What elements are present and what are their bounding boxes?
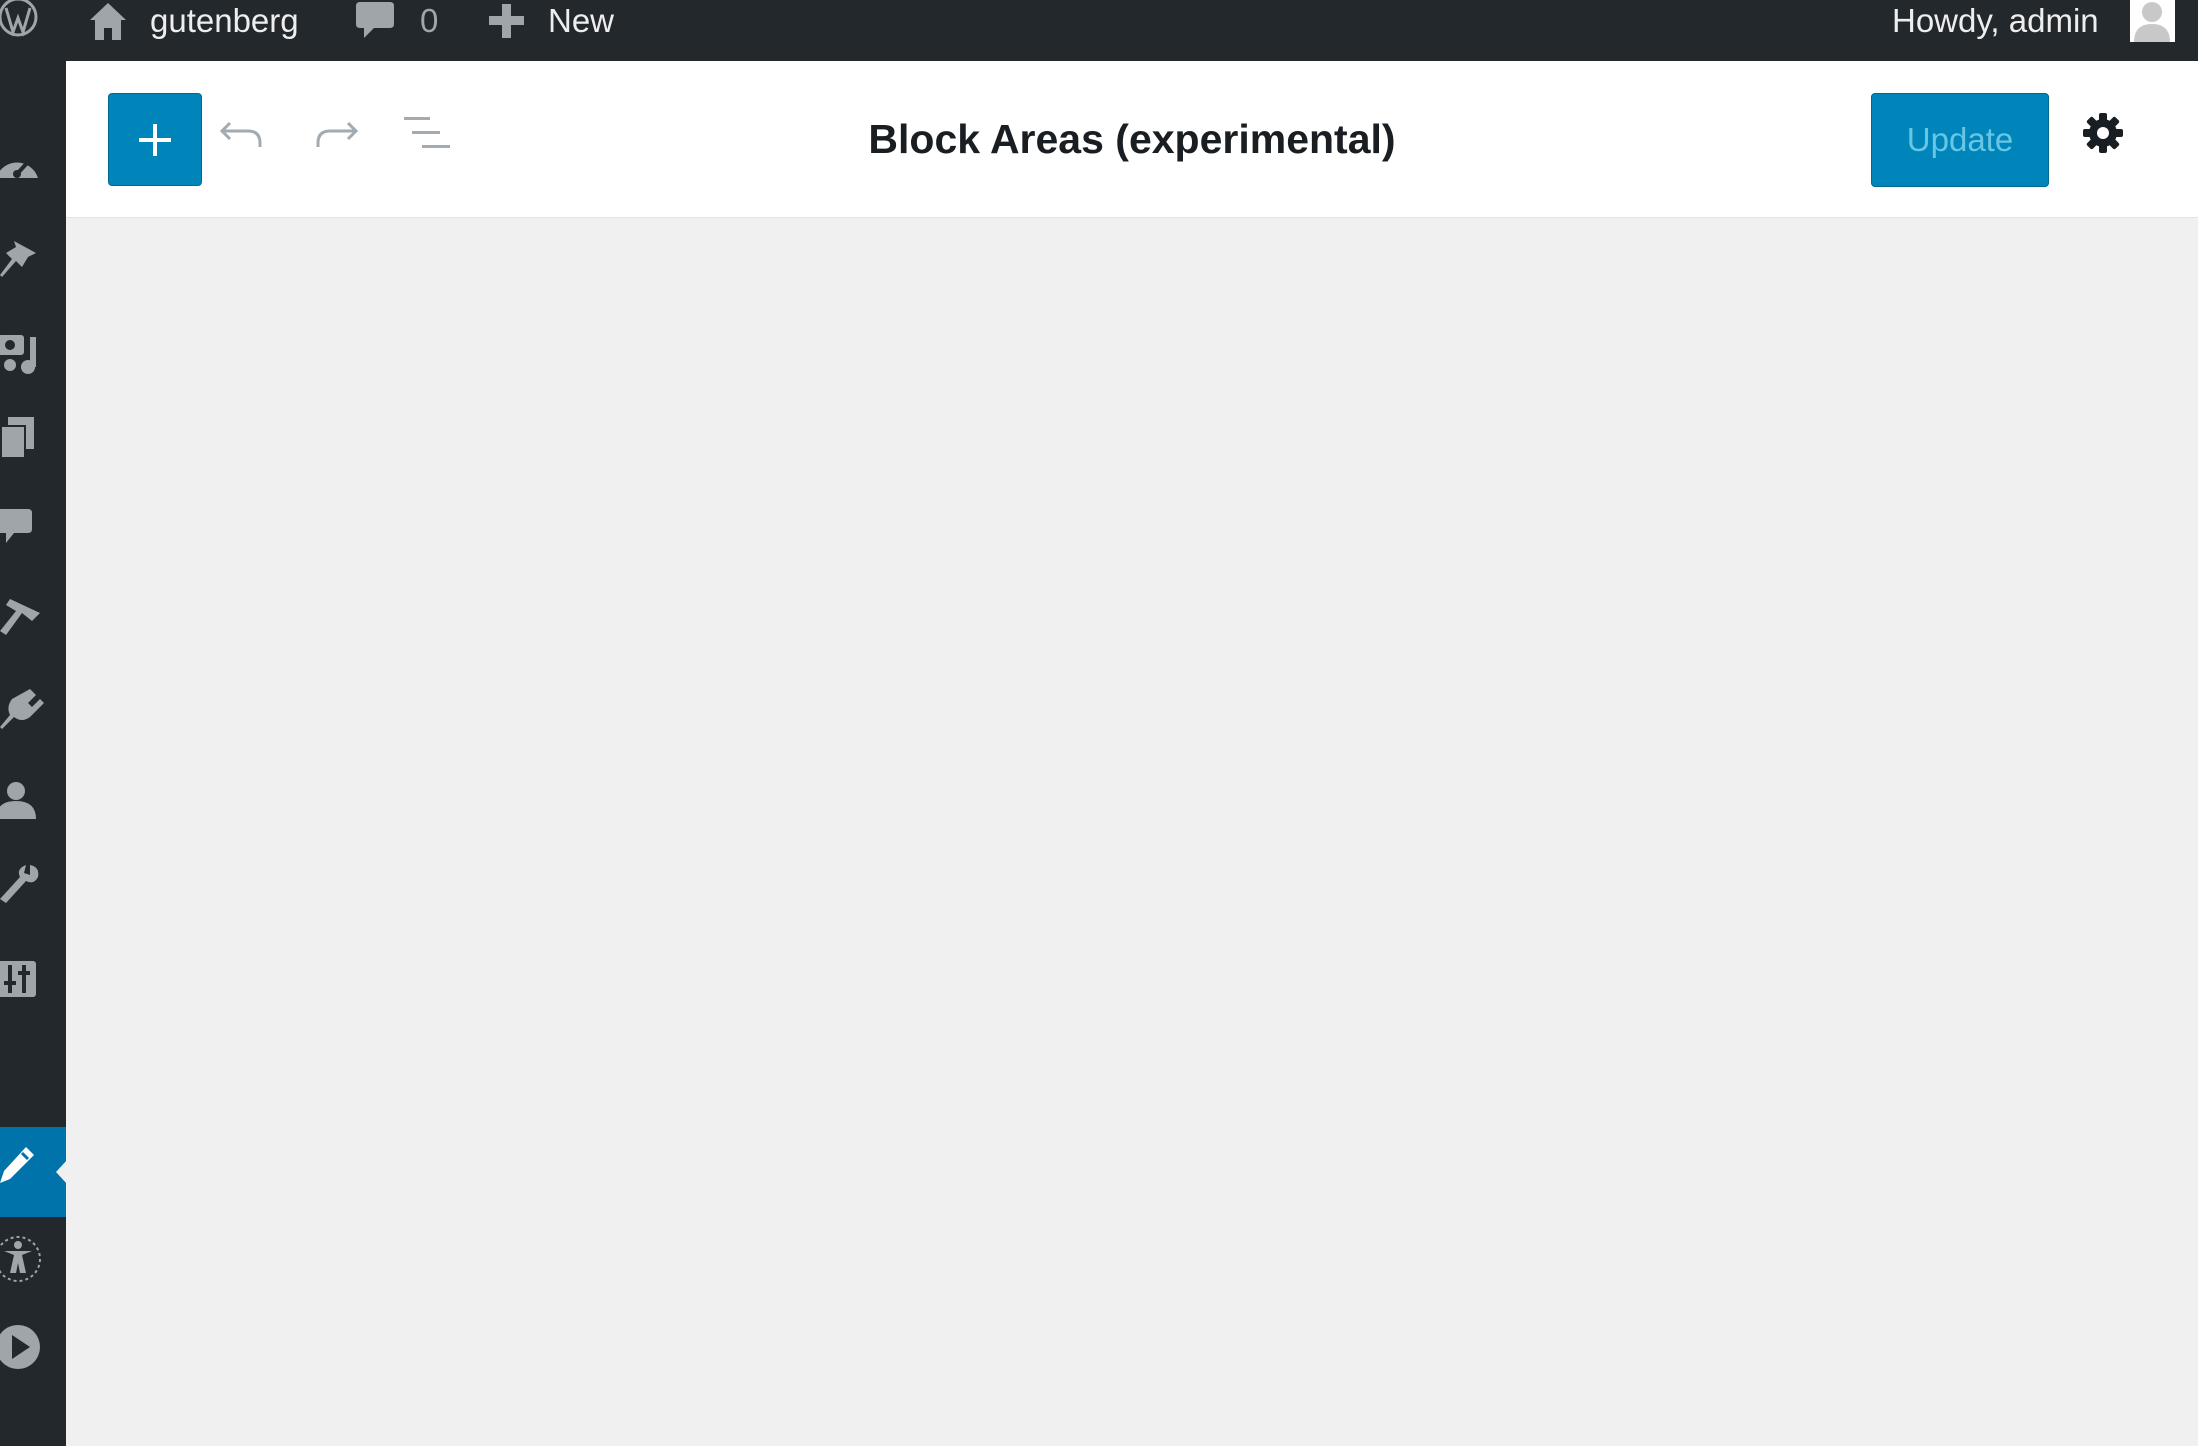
redo-button[interactable] <box>310 107 374 171</box>
new-content-link[interactable]: New <box>548 0 614 42</box>
plugins-icon[interactable] <box>0 681 66 741</box>
comment-bubble-icon[interactable] <box>356 0 396 42</box>
comments-count[interactable]: 0 <box>420 0 438 42</box>
media-icon[interactable] <box>0 323 66 383</box>
tools-wrench-icon[interactable] <box>0 859 66 919</box>
redo-icon <box>316 121 359 147</box>
dashboard-icon[interactable] <box>0 138 66 198</box>
admin-menu <box>0 61 67 1446</box>
site-name-link[interactable]: gutenberg <box>150 0 299 42</box>
add-block-button[interactable] <box>108 93 202 186</box>
edit-pencil-icon[interactable] <box>0 1141 66 1201</box>
appearance-brush-icon[interactable] <box>0 591 66 651</box>
undo-button[interactable] <box>216 107 280 171</box>
editor-canvas[interactable] <box>66 218 2198 1446</box>
editor-header: Block Areas (experimental) Update <box>66 61 2198 218</box>
comments-icon[interactable] <box>0 501 66 561</box>
wordpress-logo-icon[interactable] <box>0 0 44 42</box>
user-avatar-icon[interactable] <box>2130 0 2175 42</box>
update-button[interactable]: Update <box>1871 93 2049 187</box>
plus-icon <box>139 123 171 156</box>
play-icon[interactable] <box>0 1319 66 1379</box>
accessibility-icon[interactable] <box>0 1231 66 1291</box>
settings-button[interactable] <box>2081 111 2141 171</box>
home-icon[interactable] <box>86 0 130 42</box>
gear-icon <box>2083 113 2123 153</box>
users-icon[interactable] <box>0 771 66 831</box>
undo-icon <box>219 121 262 147</box>
settings-sliders-icon[interactable] <box>0 951 66 1011</box>
pushpin-icon[interactable] <box>0 231 66 291</box>
block-navigation-icon <box>404 117 450 148</box>
admin-bar: gutenberg 0 New Howdy, admin <box>0 0 2198 61</box>
plus-icon[interactable] <box>487 0 527 42</box>
howdy-user-link[interactable]: Howdy, admin <box>1892 0 2099 42</box>
block-navigation-button[interactable] <box>404 107 468 171</box>
pages-icon[interactable] <box>0 411 66 471</box>
